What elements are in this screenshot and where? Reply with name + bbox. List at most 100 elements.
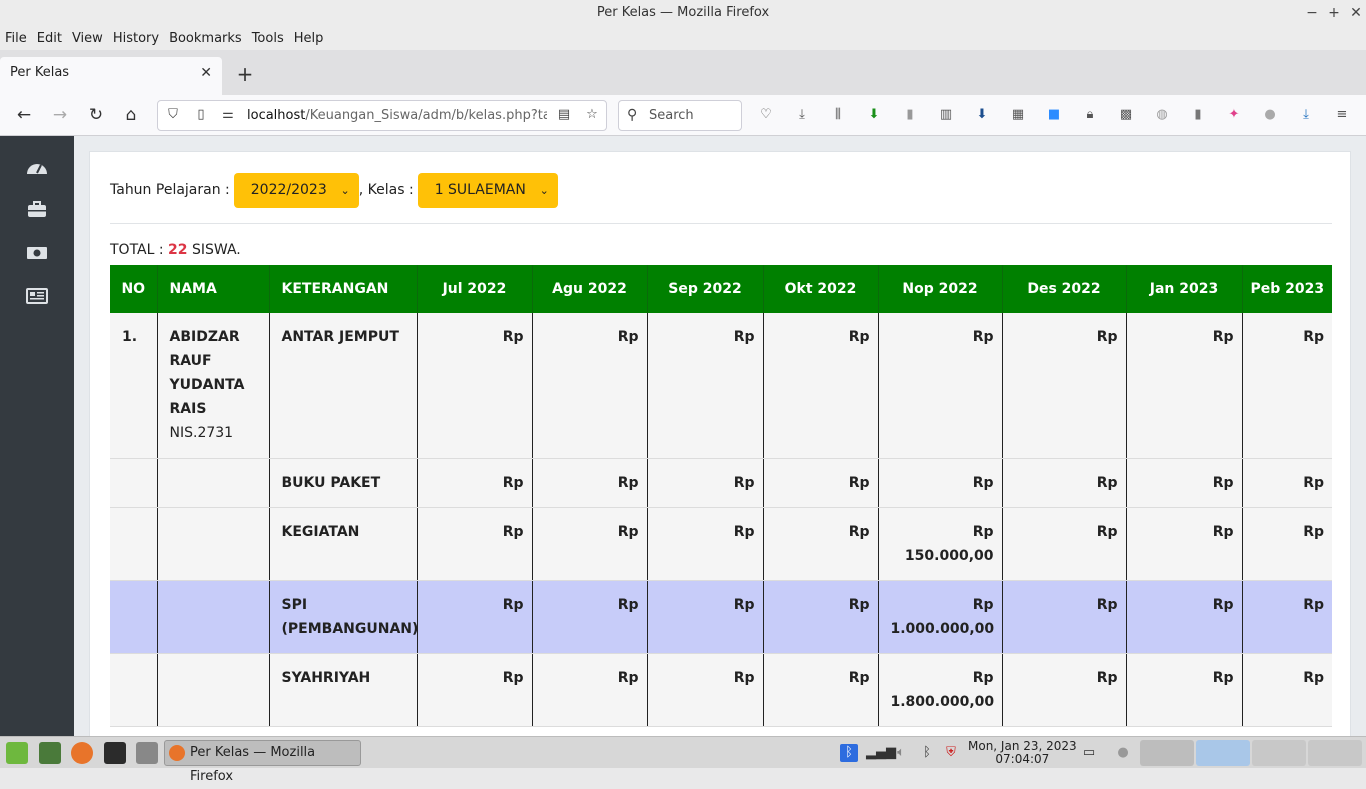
chevron-down-icon: ⌄ <box>340 183 350 197</box>
url-bar[interactable]: ⛉ ▯ ⚌ localhost/Keuangan_Siswa/adm/b/kel… <box>157 100 607 131</box>
qr-code-icon[interactable]: ▩ <box>1117 106 1135 124</box>
menu-help[interactable]: Help <box>294 31 324 46</box>
bluetooth-tray-icon[interactable]: ᛒ <box>918 744 936 762</box>
header-month: Nop 2022 <box>878 265 1003 313</box>
notification-icon[interactable]: ● <box>1114 744 1132 762</box>
header-keterangan: KETERANGAN <box>269 265 418 313</box>
downloads-icon[interactable]: ⤓ <box>793 106 811 124</box>
search-box[interactable]: ⚲ Search <box>618 100 742 131</box>
lock-icon[interactable]: 🔒︎ <box>1081 106 1099 124</box>
reload-icon[interactable]: ↻ <box>84 103 108 127</box>
student-name-cell: ABIDZAR RAUF YUDANTA RAIS NIS.2731 <box>157 313 270 459</box>
firefox-launcher-icon[interactable] <box>71 742 93 764</box>
terminal-icon[interactable] <box>104 742 126 764</box>
header-no: NO <box>110 265 158 313</box>
table-header-row: NO NAMA KETERANGAN Jul 2022 Agu 2022 Sep… <box>110 265 1332 313</box>
back-icon[interactable]: ← <box>12 103 36 127</box>
amount-cell: Rp <box>417 507 533 581</box>
security-shield-icon[interactable]: ⛨ <box>942 744 960 762</box>
taskbar-firefox-window[interactable]: Per Kelas — Mozilla Firefox <box>164 740 361 784</box>
download-helper-icon[interactable]: ⬇ <box>865 106 883 124</box>
extension-icon-3[interactable]: ▮ <box>1189 106 1207 124</box>
main-content: Tahun Pelajaran : 2022/2023 ⌄ , Kelas : … <box>74 136 1366 736</box>
keterangan-cell: SYAHRIYAH <box>269 653 418 727</box>
tab-per-kelas[interactable]: Per Kelas ✕ <box>0 57 222 95</box>
menu-view[interactable]: View <box>72 31 103 46</box>
content-card: Tahun Pelajaran : 2022/2023 ⌄ , Kelas : … <box>89 151 1351 736</box>
amount-cell: Rp <box>763 313 879 459</box>
amount-cell: Rp 1.000.000,00 <box>878 580 1003 654</box>
mint-menu-icon[interactable] <box>6 742 28 764</box>
tab-close-icon[interactable]: ✕ <box>200 57 212 89</box>
url-host: localhost <box>247 108 306 123</box>
class-select[interactable]: 1 SULAEMAN ⌄ <box>417 172 558 208</box>
workspace-2[interactable] <box>1196 740 1250 766</box>
workspace-3[interactable] <box>1252 740 1306 766</box>
url-text[interactable]: localhost/Keuangan_Siswa/adm/b/kelas.php… <box>247 101 547 130</box>
app-sidebar <box>0 136 74 736</box>
reader-view-icon[interactable]: ▤ <box>554 105 574 125</box>
amount-cell: Rp <box>647 507 764 581</box>
bluetooth-icon[interactable]: ᛒ <box>840 744 858 762</box>
colorful-extension-icon[interactable]: ✦ <box>1225 106 1243 124</box>
files-icon[interactable] <box>136 742 158 764</box>
report-icon[interactable] <box>25 286 49 306</box>
header-month: Des 2022 <box>1002 265 1127 313</box>
extension-icon-4[interactable]: ● <box>1261 106 1279 124</box>
extension-icon-1[interactable]: ▮ <box>901 106 919 124</box>
total-suffix: SISWA. <box>191 242 241 258</box>
volume-icon[interactable]: 🔈︎ <box>892 744 910 762</box>
workspace-1[interactable] <box>1140 740 1194 766</box>
menu-file[interactable]: File <box>5 31 27 46</box>
clock[interactable]: Mon, Jan 23, 2023 07:04:07 <box>968 740 1077 766</box>
zoom-extension-icon[interactable]: ■ <box>1045 106 1063 124</box>
menu-bookmarks[interactable]: Bookmarks <box>169 31 242 46</box>
home-icon[interactable]: ⌂ <box>119 103 143 127</box>
maximize-button[interactable]: + <box>1323 0 1345 26</box>
amount-cell: Rp <box>763 458 879 508</box>
menu-tools[interactable]: Tools <box>252 31 284 46</box>
briefcase-icon[interactable] <box>25 200 49 220</box>
battery-icon[interactable]: ▭ <box>1080 744 1098 762</box>
amount-cell: Rp <box>1126 507 1243 581</box>
student-nis: NIS.2731 <box>169 425 234 441</box>
amount-cell: Rp <box>647 313 764 459</box>
pocket-icon[interactable]: ♡ <box>757 106 775 124</box>
year-select[interactable]: 2022/2023 ⌄ <box>233 172 359 208</box>
network-icon[interactable]: ▂▄▆ <box>866 744 896 762</box>
page-icon[interactable]: ▯ <box>191 105 211 125</box>
sidebar-toggle-icon[interactable]: ▥ <box>937 106 955 124</box>
show-desktop-icon[interactable] <box>39 742 61 764</box>
total-count: 22 <box>168 242 188 258</box>
money-icon[interactable] <box>25 243 49 263</box>
shield-icon[interactable]: ⛉ <box>163 105 183 125</box>
amount-cell: Rp <box>532 458 648 508</box>
row-number: 1. <box>110 313 158 459</box>
menu-history[interactable]: History <box>113 31 159 46</box>
forward-icon[interactable]: → <box>48 103 72 127</box>
dashboard-icon[interactable] <box>25 158 49 178</box>
bookmark-star-icon[interactable]: ☆ <box>582 105 602 125</box>
hamburger-menu-icon[interactable]: ≡ <box>1333 106 1351 124</box>
new-tab-button[interactable]: + <box>234 62 256 86</box>
amount-cell: Rp <box>1242 580 1332 654</box>
workspace-4[interactable] <box>1308 740 1362 766</box>
permissions-icon[interactable]: ⚌ <box>218 105 238 125</box>
amount-cell: Rp <box>532 653 648 727</box>
extension-icon-2[interactable]: ▦ <box>1009 106 1027 124</box>
menu-edit[interactable]: Edit <box>37 31 62 46</box>
save-extension-icon[interactable]: ⬇ <box>973 106 991 124</box>
library-icon[interactable]: ⫼ <box>829 106 847 124</box>
year-select-value: 2022/2023 <box>250 181 327 198</box>
student-name-cell <box>157 580 270 654</box>
firefox-icon <box>169 745 185 761</box>
row-number <box>110 580 158 654</box>
amount-cell: Rp <box>417 458 533 508</box>
minimize-button[interactable]: − <box>1301 0 1323 26</box>
chevron-down-icon: ⌄ <box>539 183 549 197</box>
globe-icon[interactable]: ◍ <box>1153 106 1171 124</box>
year-label: Tahun Pelajaran : <box>110 182 230 198</box>
amount-cell: Rp <box>1002 580 1127 654</box>
download-arrow-icon[interactable]: ⤓ <box>1297 106 1315 124</box>
close-window-button[interactable]: ✕ <box>1345 0 1366 26</box>
